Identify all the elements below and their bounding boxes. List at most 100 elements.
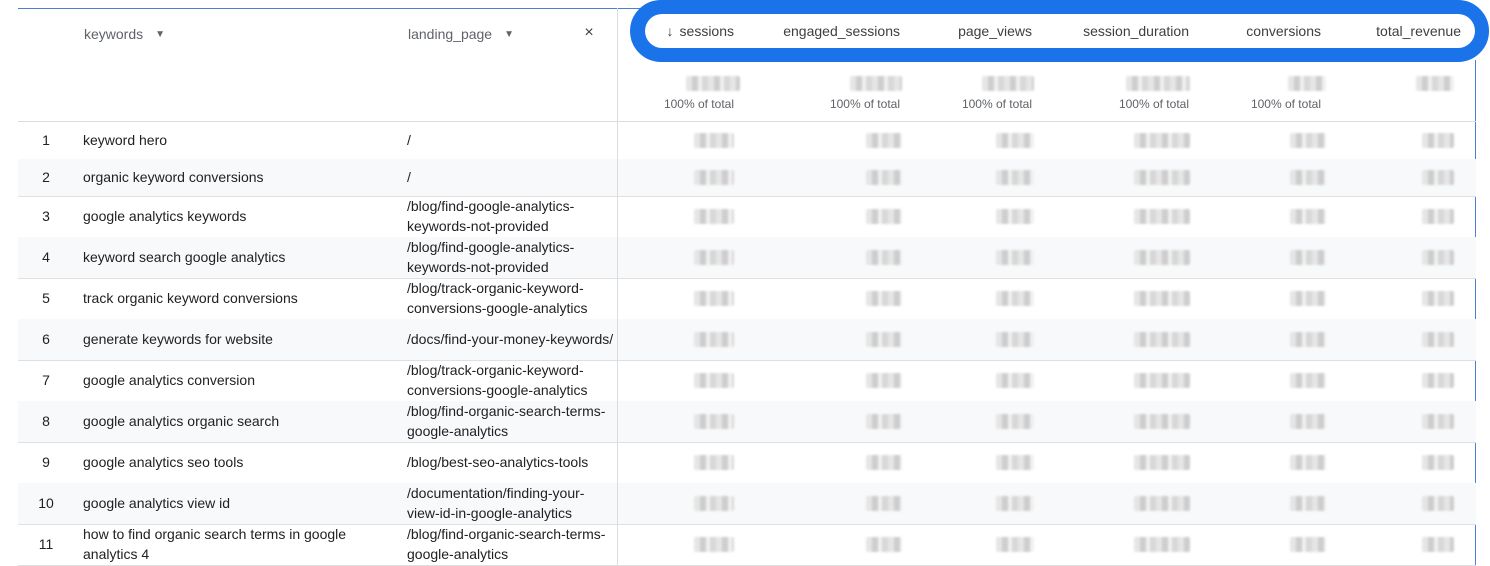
row-number: 11 bbox=[38, 535, 54, 552]
table-row[interactable]: 10 google analytics view id/documentation… bbox=[18, 483, 1476, 525]
keyword-cell: organic keyword conversions bbox=[83, 168, 264, 185]
keyword-cell: google analytics organic search bbox=[83, 412, 280, 429]
column-divider bbox=[617, 401, 618, 442]
redacted-metric-value bbox=[1134, 496, 1190, 511]
metric-header-label: page_views bbox=[958, 23, 1032, 39]
landing-page-cell: /documentation/finding-your-view-id-in-g… bbox=[407, 485, 585, 521]
metric-header-total-revenue[interactable]: total_revenue bbox=[1360, 20, 1461, 42]
percent-of-total: 100% of total bbox=[1118, 97, 1189, 111]
redacted-metric-value bbox=[1134, 373, 1190, 388]
column-divider bbox=[617, 122, 618, 159]
redacted-metric-value bbox=[694, 332, 734, 347]
metric-header-page-views[interactable]: page_views bbox=[940, 20, 1032, 42]
table-row[interactable]: 6 generate keywords for website/docs/find… bbox=[18, 319, 1476, 361]
landing-page-cell: / bbox=[407, 131, 411, 148]
column-divider bbox=[617, 319, 618, 360]
row-number: 3 bbox=[42, 207, 50, 224]
row-number: 6 bbox=[42, 330, 50, 347]
redacted-metric-value bbox=[866, 291, 902, 306]
percent-of-total: 100% of total bbox=[663, 97, 734, 111]
redacted-metric-value bbox=[694, 414, 734, 429]
keyword-cell: google analytics conversion bbox=[83, 371, 255, 388]
redacted-metric-value bbox=[996, 455, 1034, 470]
percent-of-total: 100% of total bbox=[1250, 97, 1321, 111]
keyword-cell: track organic keyword conversions bbox=[83, 289, 298, 306]
redacted-metric-value bbox=[1422, 332, 1454, 347]
dimension-header-label: landing_page bbox=[408, 26, 493, 42]
redacted-metric-value bbox=[694, 209, 734, 224]
redacted-metric-value bbox=[1134, 133, 1190, 148]
redacted-metric-value bbox=[694, 250, 734, 265]
redacted-metric-value bbox=[866, 209, 902, 224]
redacted-metric-value bbox=[1290, 209, 1326, 224]
row-number: 1 bbox=[42, 131, 50, 148]
redacted-metric-value bbox=[996, 373, 1034, 388]
table-row[interactable]: 4 keyword search google analytics/blog/fi… bbox=[18, 237, 1476, 279]
sort-descending-icon[interactable]: ↓ bbox=[667, 23, 674, 39]
redacted-metric-value bbox=[1290, 332, 1326, 347]
redacted-metric-value bbox=[996, 414, 1034, 429]
redacted-metric-value bbox=[1134, 291, 1190, 306]
metric-header-sessions[interactable]: ↓ sessions bbox=[658, 20, 734, 42]
total-session-duration: 100% of total bbox=[1070, 74, 1189, 116]
redacted-metric-value bbox=[866, 170, 902, 185]
metric-header-conversions[interactable]: conversions bbox=[1228, 20, 1321, 42]
redacted-metric-value bbox=[694, 291, 734, 306]
landing-page-cell: /blog/find-organic-search-terms-google-a… bbox=[407, 403, 606, 439]
redacted-metric-value bbox=[694, 496, 734, 511]
redacted-metric-value bbox=[996, 170, 1034, 185]
total-conversions: 100% of total bbox=[1230, 74, 1321, 116]
landing-page-cell: /blog/find-google-analytics-keywords-not… bbox=[407, 198, 575, 234]
redacted-metric-value bbox=[1134, 414, 1190, 429]
table-row[interactable]: 1 keyword hero / bbox=[18, 122, 1476, 160]
table-row[interactable]: 9 google analytics seo tools/blog/best-se… bbox=[18, 442, 1476, 484]
table-row[interactable]: 2 organic keyword conversions / bbox=[18, 159, 1476, 197]
redacted-metric-value bbox=[866, 250, 902, 265]
redacted-metric-value bbox=[1134, 332, 1190, 347]
landing-page-cell: /blog/best-seo-analytics-tools bbox=[407, 453, 589, 470]
metric-header-label: engaged_sessions bbox=[783, 23, 900, 39]
keyword-cell: google analytics keywords bbox=[83, 207, 247, 224]
column-divider bbox=[617, 360, 618, 401]
landing-page-cell: / bbox=[407, 168, 411, 185]
keyword-cell: keyword hero bbox=[83, 131, 168, 148]
table-row[interactable]: 5 track organic keyword conversions/blog/… bbox=[18, 278, 1476, 320]
redacted-metric-value bbox=[1290, 133, 1326, 148]
column-divider bbox=[617, 278, 618, 319]
table-row[interactable]: 3 google analytics keywords/blog/find-goo… bbox=[18, 196, 1476, 238]
close-icon[interactable]: × bbox=[580, 22, 598, 44]
redacted-metric-value bbox=[1422, 455, 1454, 470]
row-number: 9 bbox=[42, 453, 50, 470]
redacted-metric-value bbox=[1290, 291, 1326, 306]
metric-header-session-duration[interactable]: session_duration bbox=[1068, 20, 1189, 42]
landing-page-cell: /docs/find-your-money-keywords/ bbox=[407, 330, 614, 347]
landing-page-cell: /blog/find-organic-search-terms-google-a… bbox=[407, 526, 606, 562]
redacted-metric-value bbox=[866, 332, 902, 347]
redacted-metric-value bbox=[866, 455, 902, 470]
metric-header-engaged-sessions[interactable]: engaged_sessions bbox=[770, 20, 900, 42]
redacted-metric-value bbox=[1290, 496, 1326, 511]
caret-down-icon[interactable]: ▼ bbox=[155, 29, 165, 40]
redacted-metric-value bbox=[694, 373, 734, 388]
redacted-metric-value bbox=[694, 133, 734, 148]
dimension-header-keywords[interactable]: keywords ▼ bbox=[84, 24, 165, 44]
caret-down-icon[interactable]: ▼ bbox=[504, 29, 514, 40]
redacted-metric-value bbox=[1422, 209, 1454, 224]
percent-of-total: 100% of total bbox=[961, 97, 1032, 111]
redacted-metric-value bbox=[1422, 414, 1454, 429]
redacted-metric-value bbox=[1422, 537, 1454, 552]
total-engaged-sessions: 100% of total bbox=[780, 74, 900, 116]
redacted-metric-value bbox=[1422, 170, 1454, 185]
table-row[interactable]: 7 google analytics conversion/blog/track-… bbox=[18, 360, 1476, 402]
row-number: 5 bbox=[42, 289, 50, 306]
table-row[interactable]: 8 google analytics organic search/blog/fi… bbox=[18, 401, 1476, 443]
table-row[interactable]: 11 how to find organic search terms in go… bbox=[18, 524, 1476, 566]
redacted-metric-value bbox=[996, 496, 1034, 511]
dimension-header-landing-page[interactable]: landing_page ▼ bbox=[408, 24, 514, 44]
column-divider bbox=[617, 442, 618, 483]
total-sessions: 100% of total bbox=[620, 74, 734, 116]
column-divider bbox=[617, 196, 618, 237]
redacted-metric-value bbox=[866, 414, 902, 429]
redacted-metric-value bbox=[1134, 250, 1190, 265]
landing-page-cell: /blog/track-organic-keyword-conversions-… bbox=[407, 280, 588, 316]
